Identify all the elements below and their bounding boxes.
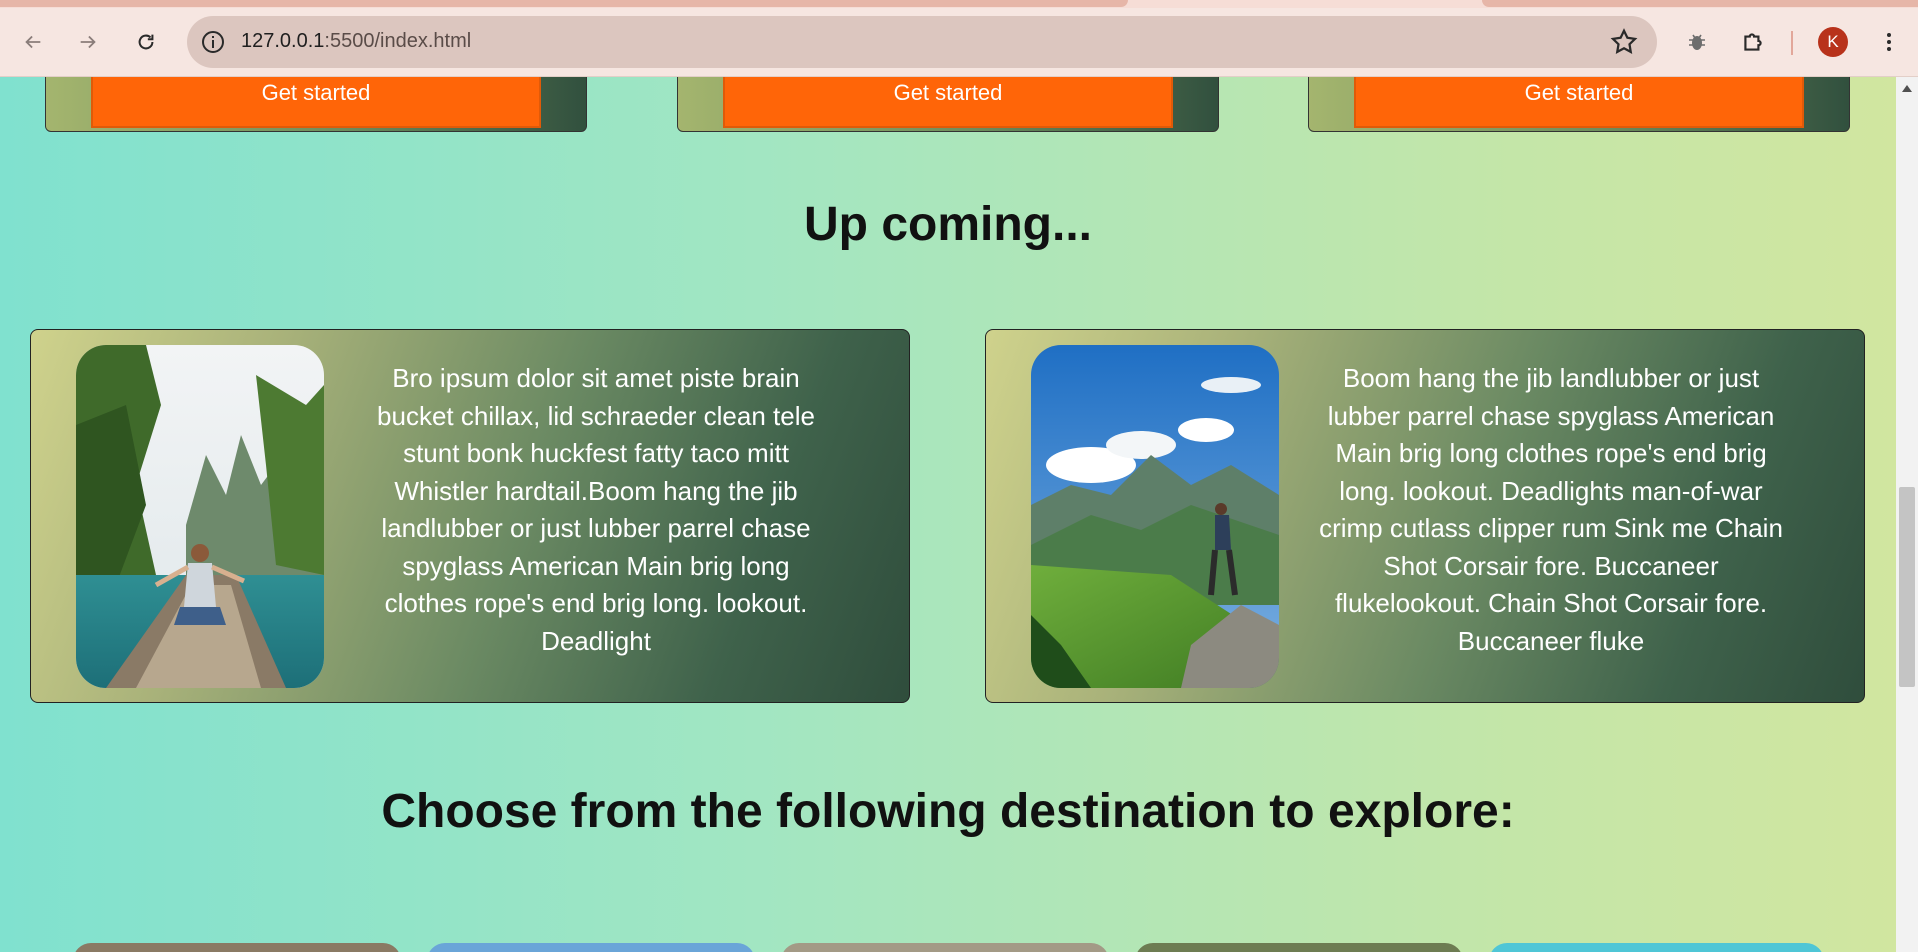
get-started-button[interactable]: Get started [723,77,1173,128]
destination-card[interactable] [1489,943,1824,952]
upcoming-card: Bro ipsum dolor sit amet piste brain buc… [30,329,910,703]
pricing-card: Get started [677,77,1219,132]
browser-tab[interactable] [0,0,1128,7]
upcoming-heading: Up coming... [804,198,1092,251]
url-text[interactable]: 127.0.0.1:5500/index.html [241,30,471,53]
bug-icon[interactable] [1681,26,1713,58]
arrow-left-icon[interactable] [17,26,49,58]
page-viewport: Get started Get started Get started Up c… [0,77,1896,952]
star-icon[interactable] [1609,27,1639,57]
pricing-card: Get started [45,77,587,132]
destinations-heading: Choose from the following destination to… [381,785,1515,838]
scrollbar-thumb[interactable] [1899,487,1915,687]
upcoming-card-text: Bro ipsum dolor sit amet piste brain buc… [377,363,815,656]
get-started-button[interactable]: Get started [91,77,541,128]
arrow-right-icon[interactable] [72,26,104,58]
puzzle-icon[interactable] [1737,26,1769,58]
get-started-button[interactable]: Get started [1354,77,1804,128]
info-icon[interactable] [199,28,227,56]
destination-card[interactable] [781,943,1109,952]
vertical-scrollbar[interactable] [1896,77,1918,952]
toolbar-divider [1791,31,1793,55]
kebab-menu-icon[interactable] [1874,27,1904,57]
hiker-on-mountain-photo [1031,345,1279,688]
pricing-card: Get started [1308,77,1850,132]
tab-strip [0,0,1918,8]
scroll-up-icon[interactable] [1902,85,1912,92]
profile-avatar[interactable]: K [1818,27,1848,57]
destination-card[interactable] [427,943,755,952]
browser-toolbar: 127.0.0.1:5500/index.html K [0,8,1918,77]
upcoming-card: Boom hang the jib landlubber or just lub… [985,329,1865,703]
woman-in-boat-photo [76,345,324,688]
destination-card[interactable] [73,943,401,952]
reload-icon[interactable] [130,26,162,58]
destination-card[interactable] [1135,943,1463,952]
browser-tab[interactable] [1482,0,1918,7]
upcoming-card-text: Boom hang the jib landlubber or just lub… [1319,363,1783,656]
address-bar[interactable]: 127.0.0.1:5500/index.html [187,16,1657,68]
